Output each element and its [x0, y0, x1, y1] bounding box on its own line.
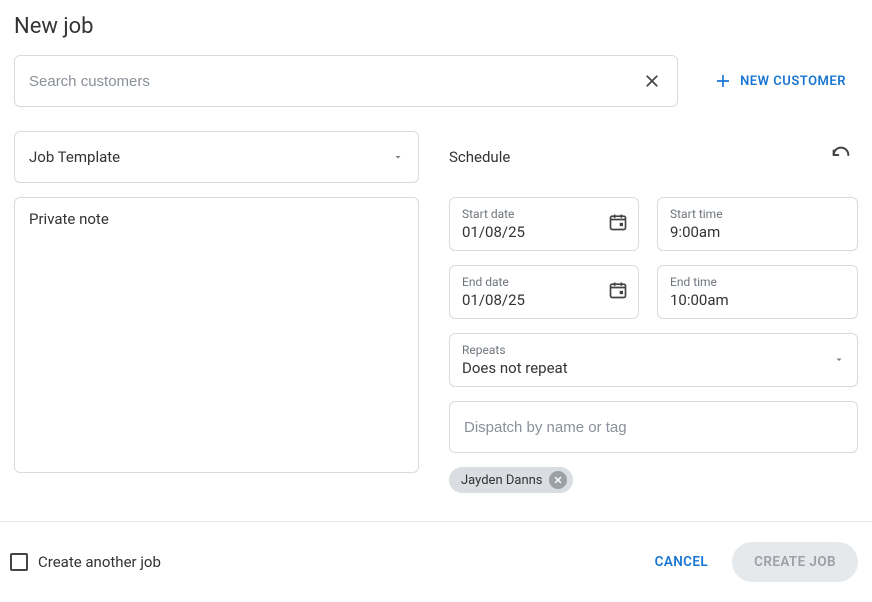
- undo-icon: [830, 144, 852, 166]
- clear-search-button[interactable]: [634, 63, 670, 99]
- chevron-down-icon: [833, 351, 845, 370]
- start-time-field[interactable]: Start time 9:00am: [657, 197, 858, 251]
- start-date-value: 01/08/25: [462, 223, 596, 241]
- assignee-name: Jayden Danns: [461, 473, 543, 488]
- calendar-icon: [608, 212, 628, 236]
- page-title: New job: [14, 14, 858, 39]
- close-icon: [643, 72, 661, 90]
- schedule-title: Schedule: [449, 148, 510, 166]
- assignee-chip: Jayden Danns: [449, 467, 573, 493]
- search-row: NEW CUSTOMER: [14, 55, 858, 107]
- create-job-button[interactable]: CREATE JOB: [732, 542, 858, 582]
- start-time-label: Start time: [670, 207, 845, 221]
- create-another-checkbox-row[interactable]: Create another job: [10, 553, 161, 571]
- repeats-label: Repeats: [462, 343, 845, 357]
- end-date-value: 01/08/25: [462, 291, 596, 309]
- cancel-button[interactable]: CANCEL: [651, 546, 713, 578]
- job-template-value: Job Template: [29, 148, 120, 166]
- start-date-field[interactable]: Start date 01/08/25: [449, 197, 639, 251]
- calendar-icon: [608, 280, 628, 304]
- search-wrap: [14, 55, 678, 107]
- end-date-field[interactable]: End date 01/08/25: [449, 265, 639, 319]
- start-date-label: Start date: [462, 207, 596, 221]
- search-customers-input[interactable]: [14, 55, 678, 107]
- job-template-select[interactable]: Job Template: [14, 131, 419, 183]
- end-time-label: End time: [670, 275, 845, 289]
- end-date-label: End date: [462, 275, 596, 289]
- dispatch-input[interactable]: [449, 401, 858, 453]
- end-time-field[interactable]: End time 10:00am: [657, 265, 858, 319]
- new-customer-button[interactable]: NEW CUSTOMER: [702, 64, 858, 98]
- end-time-value: 10:00am: [670, 291, 845, 309]
- start-time-value: 9:00am: [670, 223, 845, 241]
- remove-assignee-button[interactable]: [549, 471, 567, 489]
- create-another-label: Create another job: [38, 553, 161, 571]
- plus-icon: [714, 72, 732, 90]
- undo-schedule-button[interactable]: [824, 138, 858, 176]
- private-note-textarea[interactable]: [14, 197, 419, 473]
- create-another-checkbox[interactable]: [10, 553, 28, 571]
- footer: Create another job CANCEL CREATE JOB: [0, 521, 872, 602]
- repeats-select[interactable]: Repeats Does not repeat: [449, 333, 858, 387]
- chevron-down-icon: [392, 148, 404, 167]
- new-customer-label: NEW CUSTOMER: [740, 74, 846, 89]
- close-icon: [553, 475, 563, 485]
- repeats-value: Does not repeat: [462, 359, 845, 377]
